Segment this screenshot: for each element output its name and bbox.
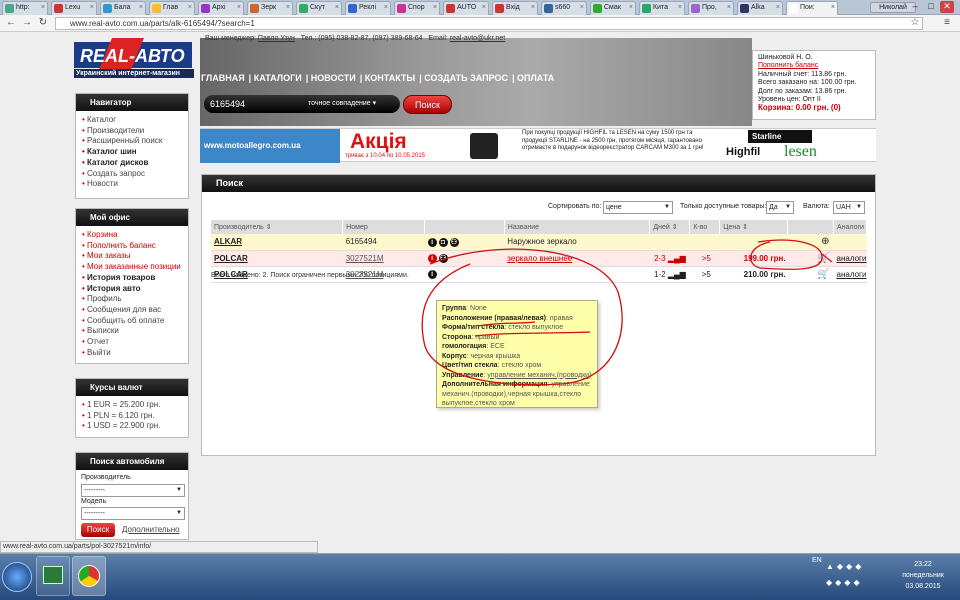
favicon-icon xyxy=(5,4,14,13)
clock-day: понедельник xyxy=(902,572,944,579)
close-tab-icon: × xyxy=(432,4,437,11)
close-icon[interactable]: ✕ xyxy=(940,1,954,13)
close-tab-icon: × xyxy=(775,4,780,11)
close-tab-icon: × xyxy=(138,4,143,11)
browser-tab[interactable]: Скут × xyxy=(296,1,342,15)
favicon-icon xyxy=(201,4,210,13)
close-tab-icon: × xyxy=(579,4,584,11)
favicon-icon xyxy=(789,4,798,13)
browser-tab[interactable]: Реклі × xyxy=(345,1,391,15)
browser-tab[interactable]: Глав × xyxy=(149,1,195,15)
browser-tab[interactable]: Зерк × xyxy=(247,1,293,15)
url-input[interactable]: www.real-avto.com.ua/parts/alk-6165494/?… xyxy=(55,17,923,30)
clock[interactable]: 23:22 понедельник 03.08.2015 xyxy=(898,559,948,592)
web-page: REAL-АВТО Украинский интернет-магазин Ва… xyxy=(0,32,960,544)
browser-tab[interactable]: Бала × xyxy=(100,1,146,15)
back-icon[interactable]: ← xyxy=(4,17,18,30)
desktop-app-icon[interactable] xyxy=(36,556,70,596)
favicon-icon xyxy=(250,4,259,13)
favicon-icon xyxy=(740,4,749,13)
close-tab-icon: × xyxy=(677,4,682,11)
browser-tab[interactable]: Смак × xyxy=(590,1,636,15)
browser-tab[interactable]: Архі × xyxy=(198,1,244,15)
favicon-icon xyxy=(642,4,651,13)
favicon-icon xyxy=(544,4,553,13)
close-tab-icon: × xyxy=(830,4,835,11)
browser-tab[interactable]: Про, × xyxy=(688,1,734,15)
annotation-circle xyxy=(421,248,623,386)
menu-icon[interactable]: ≡ xyxy=(940,17,954,30)
close-tab-icon: × xyxy=(236,4,241,11)
maximize-icon[interactable]: □ xyxy=(924,1,938,13)
close-tab-icon: × xyxy=(187,4,192,11)
browser-tab[interactable]: Спор × xyxy=(394,1,440,15)
favicon-icon xyxy=(152,4,161,13)
tray-icons[interactable]: ▲◆◆◆ xyxy=(826,562,864,571)
favicon-icon xyxy=(691,4,700,13)
close-tab-icon: × xyxy=(481,4,486,11)
browser-tab[interactable]: Вхід × xyxy=(492,1,538,15)
browser-tab[interactable]: Alka × xyxy=(737,1,783,15)
close-tab-icon: × xyxy=(530,4,535,11)
favicon-icon xyxy=(348,4,357,13)
red-annotation-overlay xyxy=(421,239,833,386)
favicon-icon xyxy=(299,4,308,13)
annotation-underline xyxy=(474,331,591,337)
reload-icon[interactable]: ↻ xyxy=(36,17,50,30)
close-tab-icon: × xyxy=(383,4,388,11)
close-tab-icon: × xyxy=(40,4,45,11)
close-tab-icon: × xyxy=(89,4,94,11)
forward-icon[interactable]: → xyxy=(20,17,34,30)
favicon-icon xyxy=(446,4,455,13)
browser-tab[interactable]: Lexu × xyxy=(51,1,97,15)
status-bar: www.real-avto.com.ua/parts/pol-3027521m/… xyxy=(0,541,318,553)
favicon-icon xyxy=(495,4,504,13)
minimize-icon[interactable]: – xyxy=(908,1,922,13)
bookmark-star-icon[interactable]: ☆ xyxy=(908,17,922,30)
annotation-underline xyxy=(477,321,536,327)
browser-tab[interactable]: Пои: × xyxy=(786,1,838,15)
clock-date: 03.08.2015 xyxy=(905,583,941,590)
favicon-icon xyxy=(593,4,602,13)
tray-icons[interactable]: ◆◆◆◆ xyxy=(826,578,863,587)
favicon-icon xyxy=(103,4,112,13)
browser-tab[interactable]: Кита × xyxy=(639,1,685,15)
annotation-price-circle xyxy=(750,239,823,270)
close-tab-icon: × xyxy=(334,4,339,11)
browser-tab-bar: http: × Lexu × Бала × Глав × Архі × Зерк × Скут × Рекл… xyxy=(0,0,960,15)
language-indicator[interactable]: EN xyxy=(812,557,822,564)
browser-tab[interactable]: http: × xyxy=(2,1,48,15)
clock-time: 23:22 xyxy=(914,561,932,568)
close-tab-icon: × xyxy=(628,4,633,11)
browser-tab[interactable]: s660 × xyxy=(541,1,587,15)
close-tab-icon: × xyxy=(726,4,731,11)
favicon-icon xyxy=(54,4,63,13)
start-button[interactable] xyxy=(2,562,32,592)
close-tab-icon: × xyxy=(285,4,290,11)
chrome-icon[interactable] xyxy=(72,556,106,596)
browser-tab[interactable]: AUTO × xyxy=(443,1,489,15)
favicon-icon xyxy=(397,4,406,13)
